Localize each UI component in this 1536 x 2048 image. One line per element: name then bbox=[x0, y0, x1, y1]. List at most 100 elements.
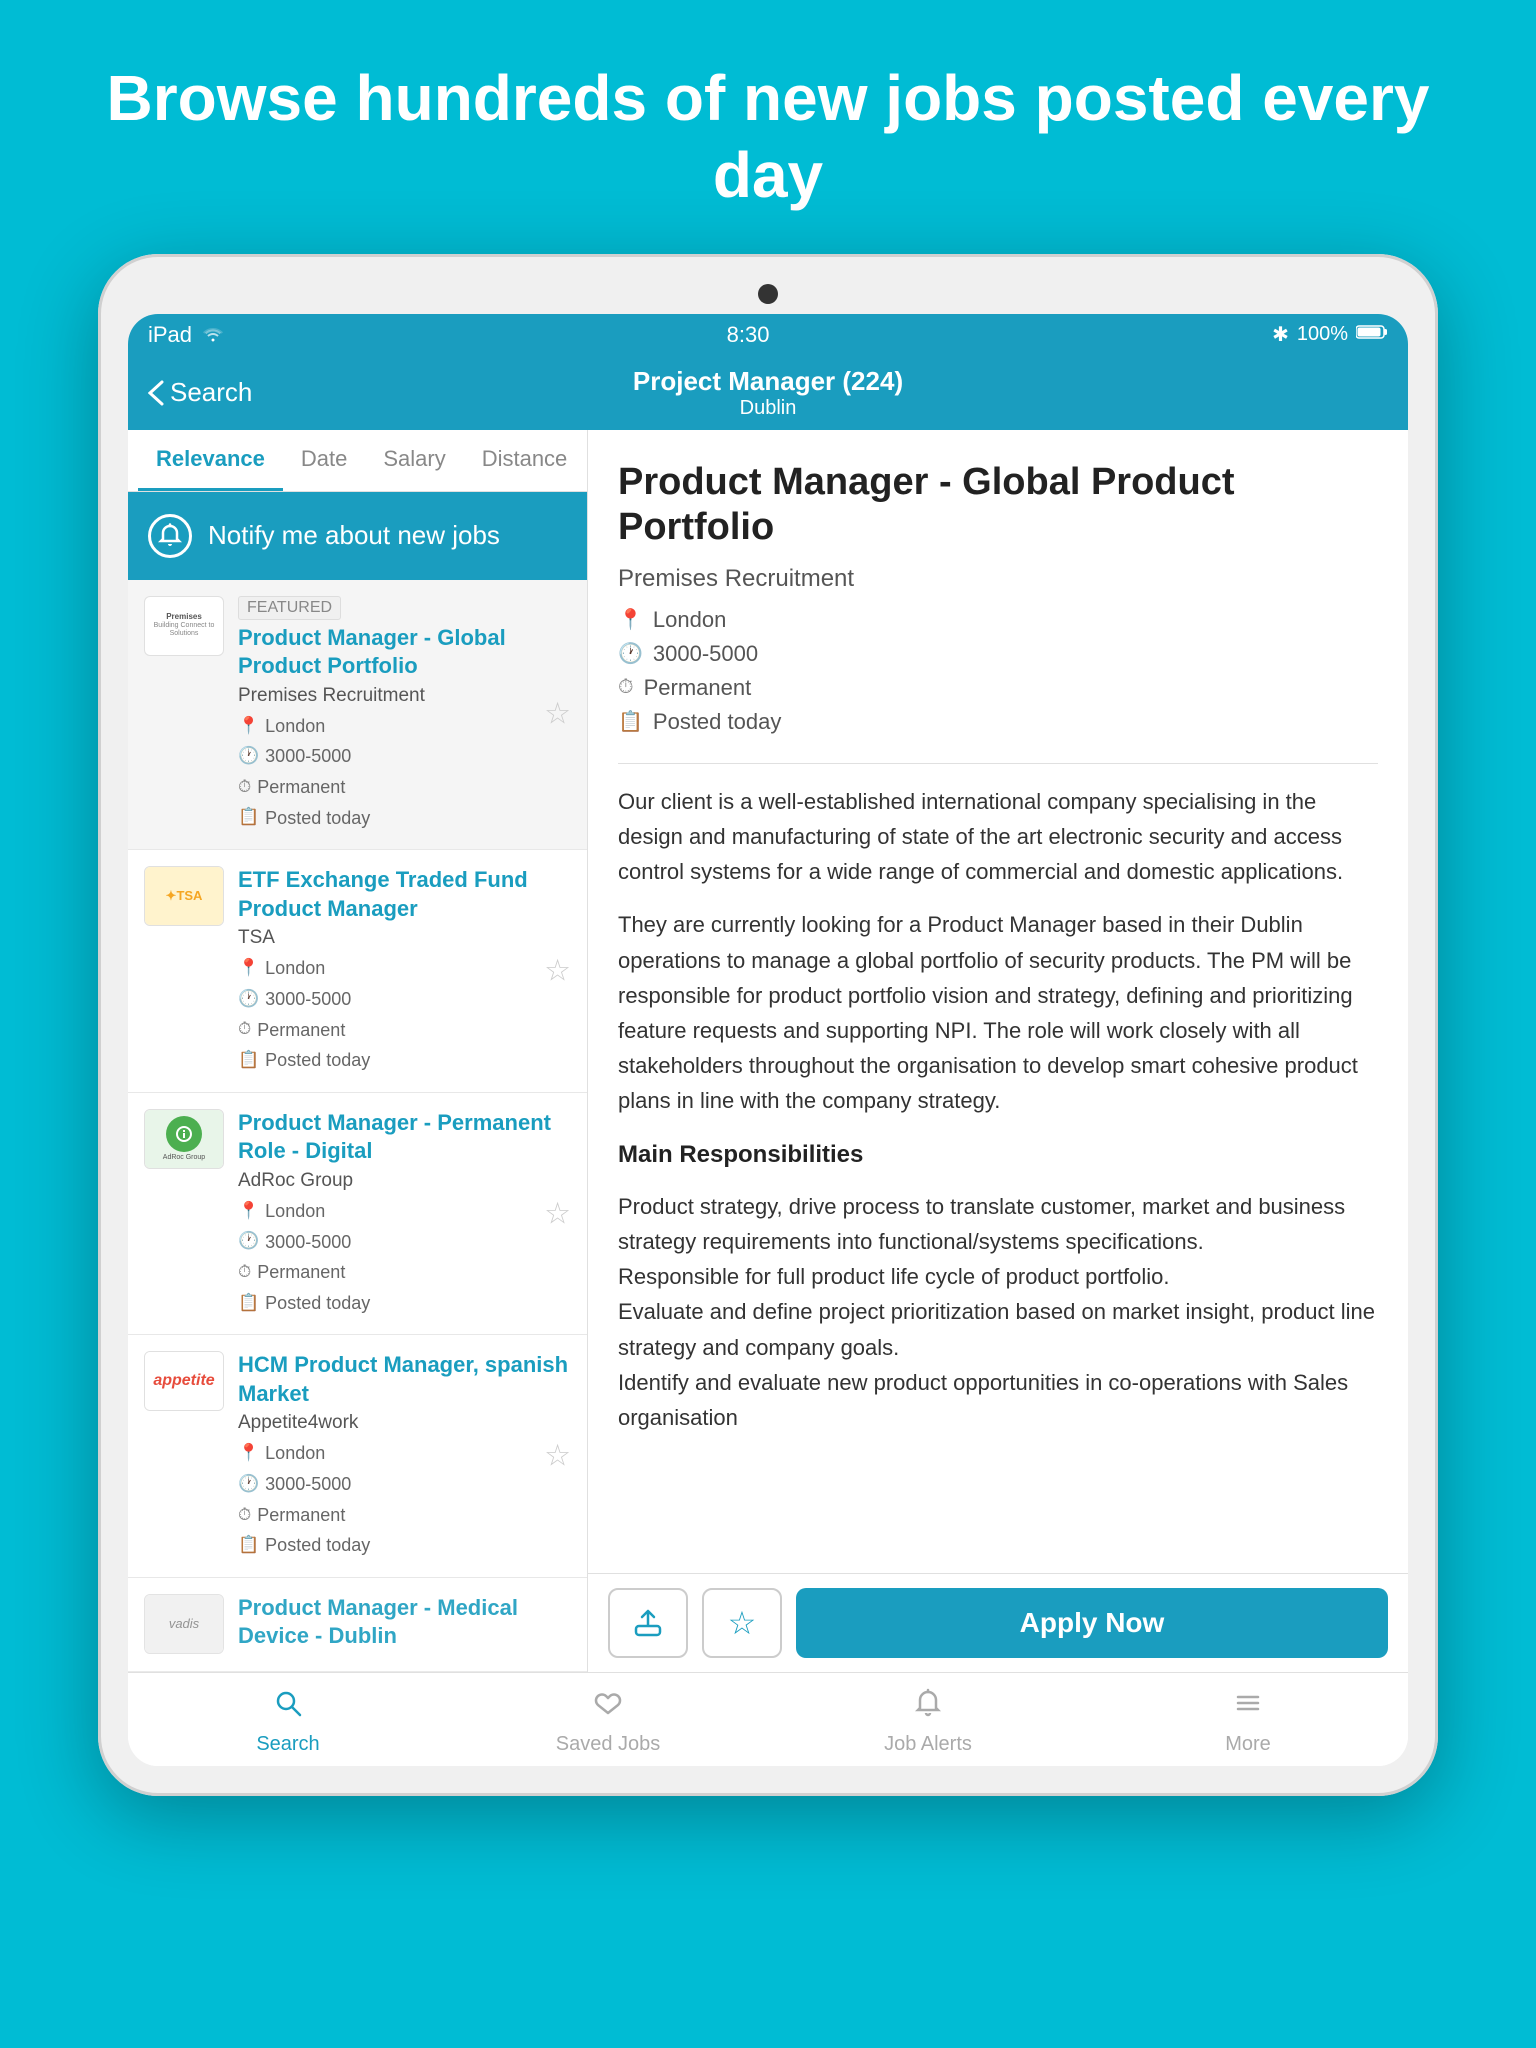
sort-tabs: Relevance Date Salary Distance bbox=[128, 430, 587, 492]
left-panel: Relevance Date Salary Distance Notify m bbox=[128, 430, 588, 1672]
detail-posted: Posted today bbox=[653, 709, 781, 735]
job-item-3[interactable]: AdRoc Group Product Manager - Permanent … bbox=[128, 1093, 587, 1336]
job-logo-4: appetite bbox=[144, 1351, 224, 1411]
notify-bell-icon bbox=[148, 514, 192, 558]
job-logo-2: ✦TSA bbox=[144, 866, 224, 926]
detail-title: Product Manager - Global Product Portfol… bbox=[618, 460, 1378, 551]
page-header-title: Browse hundreds of new jobs posted every… bbox=[80, 60, 1456, 214]
posted-icon-3: 📋 bbox=[238, 1289, 259, 1318]
job-detail: Product Manager - Global Product Portfol… bbox=[588, 430, 1408, 1573]
posted-icon-2: 📋 bbox=[238, 1046, 259, 1075]
device-name: iPad bbox=[148, 322, 192, 348]
job-title-1: Product Manager - Global Product Portfol… bbox=[238, 624, 571, 681]
job-company-1: Premises Recruitment bbox=[238, 685, 571, 707]
detail-salary-icon: 🕐 bbox=[618, 641, 643, 666]
job-title-2: ETF Exchange Traded Fund Product Manager bbox=[238, 866, 571, 923]
location-icon-4: 📍 bbox=[238, 1439, 259, 1468]
nav-back-button[interactable]: Search bbox=[148, 377, 252, 408]
posted-icon-4: 📋 bbox=[238, 1531, 259, 1560]
share-button[interactable] bbox=[608, 1588, 688, 1658]
detail-posted-icon: 📋 bbox=[618, 709, 643, 734]
detail-responsibilities-title: Main Responsibilities bbox=[618, 1136, 1378, 1174]
detail-meta: 📍 London 🕐 3000-5000 ⏱ Permanent 📋 bbox=[618, 607, 1378, 764]
status-right: ✱ 100% bbox=[1272, 322, 1388, 347]
job-logo-3: AdRoc Group bbox=[144, 1109, 224, 1169]
save-detail-button[interactable]: ☆ bbox=[702, 1588, 782, 1658]
more-tab-icon bbox=[1232, 1687, 1264, 1727]
detail-company: Premises Recruitment bbox=[618, 565, 1378, 593]
bluetooth-icon: ✱ bbox=[1272, 322, 1289, 347]
job-meta-3: 📍London 🕐3000-5000 ⏱Permanent 📋Posted to… bbox=[238, 1196, 571, 1318]
tab-more[interactable]: More bbox=[1088, 1687, 1408, 1756]
saved-jobs-tab-icon bbox=[592, 1687, 624, 1727]
posted-icon-1: 📋 bbox=[238, 803, 259, 832]
location-icon-2: 📍 bbox=[238, 954, 259, 983]
sort-tab-distance[interactable]: Distance bbox=[464, 430, 586, 491]
sort-tab-date[interactable]: Date bbox=[283, 430, 365, 491]
detail-para1: Our client is a well-established interna… bbox=[618, 784, 1378, 890]
contract-icon-1: ⏱ bbox=[238, 773, 251, 802]
tab-job-alerts[interactable]: Job Alerts bbox=[768, 1687, 1088, 1756]
job-logo-1: Premises Building Connect to Solutions bbox=[144, 596, 224, 656]
search-tab-label: Search bbox=[256, 1733, 319, 1756]
job-title-4: HCM Product Manager, spanish Market bbox=[238, 1351, 571, 1408]
job-company-2: TSA bbox=[238, 927, 571, 949]
detail-para2: They are currently looking for a Product… bbox=[618, 907, 1378, 1118]
job-item-1[interactable]: Premises Building Connect to Solutions F… bbox=[128, 580, 587, 851]
job-company-4: Appetite4work bbox=[238, 1412, 571, 1434]
right-panel: Product Manager - Global Product Portfol… bbox=[588, 430, 1408, 1672]
job-alerts-tab-label: Job Alerts bbox=[884, 1733, 972, 1756]
notify-banner[interactable]: Notify me about new jobs bbox=[128, 492, 587, 580]
action-bar: ☆ Apply Now bbox=[588, 1573, 1408, 1672]
job-info-3: Product Manager - Permanent Role - Digit… bbox=[238, 1109, 571, 1319]
job-meta-4: 📍London 🕐3000-5000 ⏱Permanent 📋Posted to… bbox=[238, 1438, 571, 1560]
save-job-button-2[interactable]: ☆ bbox=[544, 953, 571, 988]
save-star-icon: ☆ bbox=[728, 1604, 757, 1642]
status-bar: iPad 8:30 ✱ 100% bbox=[128, 314, 1408, 356]
wifi-icon bbox=[202, 322, 224, 348]
job-info-1: FEATURED Product Manager - Global Produc… bbox=[238, 596, 571, 834]
job-item-5[interactable]: vadis Product Manager - Medical Device -… bbox=[128, 1578, 587, 1672]
camera bbox=[758, 284, 778, 304]
notify-text: Notify me about new jobs bbox=[208, 520, 500, 551]
job-meta-2: 📍London 🕐3000-5000 ⏱Permanent 📋Posted to… bbox=[238, 953, 571, 1075]
job-info-2: ETF Exchange Traded Fund Product Manager… bbox=[238, 866, 571, 1076]
job-title-5: Product Manager - Medical Device - Dubli… bbox=[238, 1594, 571, 1651]
detail-contract-icon: ⏱ bbox=[618, 676, 634, 699]
salary-icon-1: 🕐 bbox=[238, 742, 259, 771]
save-job-button-3[interactable]: ☆ bbox=[544, 1196, 571, 1231]
contract-icon-3: ⏱ bbox=[238, 1258, 251, 1287]
status-time: 8:30 bbox=[727, 322, 770, 348]
content-area: Relevance Date Salary Distance Notify m bbox=[128, 430, 1408, 1672]
nav-back-label: Search bbox=[170, 377, 252, 408]
job-company-3: AdRoc Group bbox=[238, 1170, 571, 1192]
save-job-button-1[interactable]: ☆ bbox=[544, 697, 571, 732]
battery-icon bbox=[1356, 323, 1388, 346]
job-item-4[interactable]: appetite HCM Product Manager, spanish Ma… bbox=[128, 1335, 587, 1578]
contract-icon-4: ⏱ bbox=[238, 1501, 251, 1530]
contract-icon-2: ⏱ bbox=[238, 1015, 251, 1044]
detail-location-icon: 📍 bbox=[618, 607, 643, 632]
saved-jobs-tab-label: Saved Jobs bbox=[556, 1733, 661, 1756]
job-alerts-tab-icon bbox=[912, 1687, 944, 1727]
tab-search[interactable]: Search bbox=[128, 1687, 448, 1756]
salary-icon-2: 🕐 bbox=[238, 985, 259, 1014]
sort-tab-relevance[interactable]: Relevance bbox=[138, 430, 283, 491]
save-job-button-4[interactable]: ☆ bbox=[544, 1439, 571, 1474]
job-logo-5: vadis bbox=[144, 1594, 224, 1654]
nav-main-title: Project Manager (224) bbox=[633, 366, 903, 397]
nav-title: Project Manager (224) Dublin bbox=[633, 366, 903, 420]
search-tab-icon bbox=[272, 1687, 304, 1727]
sort-tab-salary[interactable]: Salary bbox=[365, 430, 463, 491]
job-item-2[interactable]: ✦TSA ETF Exchange Traded Fund Product Ma… bbox=[128, 850, 587, 1093]
apply-now-button[interactable]: Apply Now bbox=[796, 1588, 1388, 1658]
salary-icon-3: 🕐 bbox=[238, 1227, 259, 1256]
device-frame: iPad 8:30 ✱ 100% bbox=[98, 254, 1438, 1796]
detail-body: Our client is a well-established interna… bbox=[618, 784, 1378, 1435]
page-header: Browse hundreds of new jobs posted every… bbox=[0, 0, 1536, 254]
detail-responsibilities: Product strategy, drive process to trans… bbox=[618, 1189, 1378, 1435]
device-screen: iPad 8:30 ✱ 100% bbox=[128, 314, 1408, 1766]
tab-saved-jobs[interactable]: Saved Jobs bbox=[448, 1687, 768, 1756]
more-tab-label: More bbox=[1225, 1733, 1271, 1756]
featured-badge-1: FEATURED bbox=[238, 596, 341, 620]
